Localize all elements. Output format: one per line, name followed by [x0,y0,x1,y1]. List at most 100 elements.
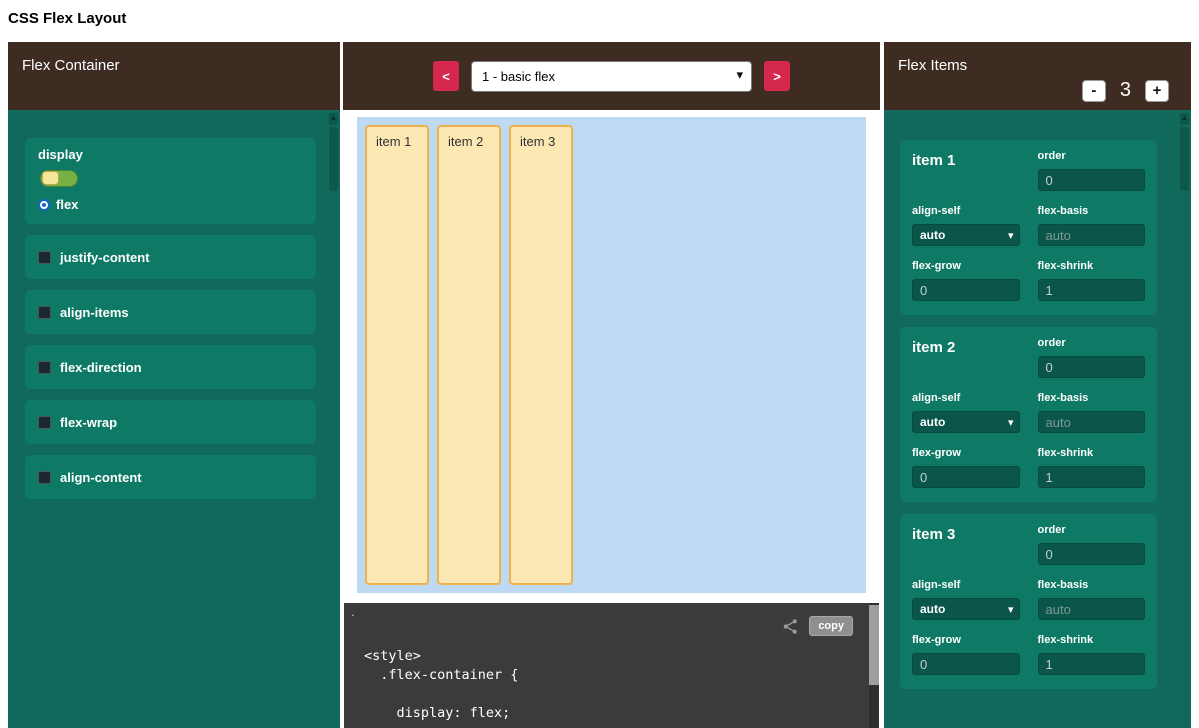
justify-content-checkbox[interactable] [38,251,51,264]
align-self-group: align-self auto [912,205,1020,246]
align-items-checkbox[interactable] [38,306,51,319]
justify-content-label: justify-content [60,250,150,265]
align-self-group: align-self auto [912,579,1020,620]
flex-wrap-label: flex-wrap [60,415,117,430]
flex-basis-input[interactable] [1038,411,1146,433]
scroll-up-arrow[interactable]: ▲ [1180,113,1189,125]
flex-basis-input[interactable] [1038,598,1146,620]
flex-grow-label: flex-grow [912,260,1020,273]
add-item-button[interactable]: + [1145,80,1169,102]
align-content-label: align-content [60,470,142,485]
align-self-group: align-self auto [912,392,1020,433]
flex-container-preview: item 1 item 2 item 3 [357,117,866,593]
flex-grow-input[interactable] [912,466,1020,488]
flex-grow-group: flex-grow [912,260,1020,301]
flex-wrap-checkbox[interactable] [38,416,51,429]
flex-grow-group: flex-grow [912,447,1020,488]
flex-basis-input[interactable] [1038,224,1146,246]
order-input[interactable] [1038,543,1146,565]
align-self-select[interactable]: auto [912,411,1020,433]
flex-shrink-group: flex-shrink [1038,260,1146,301]
flex-radio-row: flex [38,197,303,212]
flex-shrink-group: flex-shrink [1038,447,1146,488]
flex-items-panel: Flex Items - 3 + ▲ item 1 order align-se… [884,42,1191,728]
flex-container-header: Flex Container [8,42,340,110]
flex-grow-input[interactable] [912,279,1020,301]
toggle-knob [42,171,59,185]
flex-grow-label: flex-grow [912,634,1020,647]
order-label: order [1038,337,1146,350]
left-scrollbar[interactable]: ▲ [329,113,338,725]
flex-basis-label: flex-basis [1038,579,1146,592]
flex-container-body: ▲ display flex justify-content align-ite… [8,110,340,728]
remove-item-button[interactable]: - [1082,80,1106,102]
align-self-select[interactable]: auto [912,598,1020,620]
flex-items-header: Flex Items - 3 + [884,42,1191,110]
code-scrollbar[interactable] [869,603,879,728]
flex-radio-label: flex [56,197,78,212]
flex-shrink-label: flex-shrink [1038,634,1146,647]
example-select-wrap: 1 - basic flex [471,61,752,92]
flex-basis-group: flex-basis [1038,579,1146,620]
copy-button[interactable]: copy [809,616,853,636]
flex-items-body: ▲ item 1 order align-self auto flex-basi… [884,110,1191,728]
flex-shrink-input[interactable] [1038,279,1146,301]
item-card-title: item 1 [912,150,1020,191]
share-icon[interactable] [782,618,799,635]
flex-grow-label: flex-grow [912,447,1020,460]
item-card-title: item 3 [912,524,1020,565]
flex-basis-group: flex-basis [1038,392,1146,433]
flex-shrink-group: flex-shrink [1038,634,1146,675]
flex-shrink-label: flex-shrink [1038,447,1146,460]
flex-direction-checkbox[interactable] [38,361,51,374]
display-label: display [38,147,303,162]
flex-item-3: item 3 [509,125,573,585]
scrollbar-thumb[interactable] [329,127,338,191]
prev-example-button[interactable]: < [433,61,459,91]
code-block: . copy <style> .flex-container { display… [344,603,879,728]
flex-basis-label: flex-basis [1038,205,1146,218]
order-label: order [1038,524,1146,537]
page-title: CSS Flex Layout [8,10,126,27]
option-card-flex-wrap: flex-wrap [25,400,316,444]
flex-shrink-input[interactable] [1038,466,1146,488]
flex-item-1: item 1 [365,125,429,585]
next-example-button[interactable]: > [764,61,790,91]
option-card-justify-content: justify-content [25,235,316,279]
item-count-controls: - 3 + [1082,79,1169,102]
item-card-title: item 2 [912,337,1020,378]
align-self-select[interactable]: auto [912,224,1020,246]
order-group: order [1038,150,1146,191]
flex-shrink-label: flex-shrink [1038,260,1146,273]
align-items-label: align-items [60,305,129,320]
scroll-up-arrow[interactable]: ▲ [329,113,338,125]
flex-direction-label: flex-direction [60,360,142,375]
flex-container-panel: Flex Container ▲ display flex justify-co… [8,42,340,728]
align-self-label: align-self [912,579,1020,592]
flex-grow-input[interactable] [912,653,1020,675]
flex-item-card-2: item 2 order align-self auto flex-basis … [900,327,1157,502]
order-input[interactable] [1038,169,1146,191]
flex-shrink-input[interactable] [1038,653,1146,675]
flex-basis-label: flex-basis [1038,392,1146,405]
code-dot: . [351,604,355,619]
scrollbar-thumb[interactable] [1180,127,1189,191]
preview-column: < 1 - basic flex > item 1 item 2 item 3 … [343,42,880,728]
flex-item-card-3: item 3 order align-self auto flex-basis … [900,514,1157,689]
order-input[interactable] [1038,356,1146,378]
flex-item-card-1: item 1 order align-self auto flex-basis … [900,140,1157,315]
flex-radio[interactable] [38,199,50,211]
flex-basis-group: flex-basis [1038,205,1146,246]
code-scrollbar-thumb[interactable] [869,605,879,685]
flex-container-title: Flex Container [22,57,120,74]
align-content-checkbox[interactable] [38,471,51,484]
right-scrollbar[interactable]: ▲ [1180,113,1189,725]
code-toolbar: copy [782,616,853,636]
display-toggle[interactable] [40,170,78,187]
option-card-align-items: align-items [25,290,316,334]
order-label: order [1038,150,1146,163]
flex-grow-group: flex-grow [912,634,1020,675]
order-group: order [1038,524,1146,565]
flex-item-2: item 2 [437,125,501,585]
example-select[interactable]: 1 - basic flex [471,61,752,92]
